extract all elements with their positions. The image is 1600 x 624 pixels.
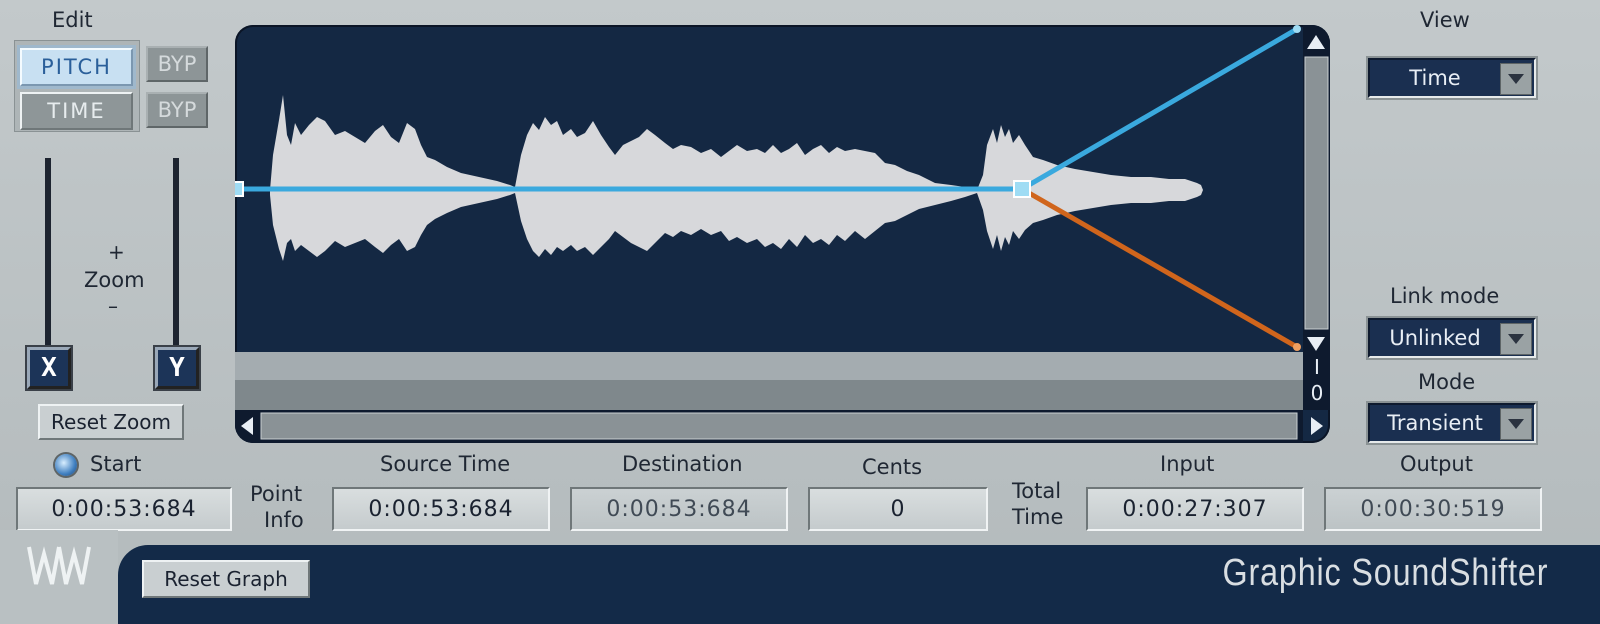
chevron-down-icon	[1500, 323, 1532, 355]
logo-area	[0, 530, 118, 624]
destination-label: Destination	[622, 452, 743, 476]
link-mode-title: Link mode	[1390, 284, 1500, 308]
graph-node-end-time[interactable]	[1293, 343, 1301, 351]
graph-node-end-pitch[interactable]	[1293, 25, 1301, 33]
start-label: Start	[90, 452, 142, 476]
zoom-minus-label: –	[108, 294, 118, 318]
audio-waveform	[270, 95, 1203, 261]
waves-logo-icon	[27, 546, 91, 585]
time-edit-button[interactable]: TIME	[20, 92, 133, 130]
zoom-plus-label: +	[108, 240, 125, 264]
mode-dropdown[interactable]: Transient	[1368, 403, 1536, 443]
horizontal-scrollbar-thumb[interactable]	[260, 412, 1298, 440]
mode-title: Mode	[1418, 370, 1476, 394]
point-info-label-line1: Point	[250, 482, 303, 506]
reset-graph-button[interactable]: Reset Graph	[142, 560, 310, 598]
graph-node-start[interactable]	[235, 181, 244, 197]
source-time-field[interactable]: 0:00:53:684	[332, 487, 550, 531]
point-info-label-line2: Info	[264, 508, 304, 532]
view-title: View	[1420, 8, 1470, 32]
input-label: Input	[1160, 452, 1215, 476]
lower-band-light	[235, 352, 1303, 380]
graph-display[interactable]: I 0	[235, 25, 1330, 443]
link-mode-dropdown-value: Unlinked	[1389, 326, 1481, 350]
scale-bottom-label: 0	[1310, 381, 1324, 405]
x-zoom-slider-track[interactable]	[45, 158, 51, 348]
input-time-field[interactable]: 0:00:27:307	[1086, 487, 1304, 531]
link-mode-dropdown[interactable]: Unlinked	[1368, 318, 1536, 358]
graph-node-selected[interactable]	[1013, 180, 1031, 198]
reset-zoom-button[interactable]: Reset Zoom	[38, 404, 184, 440]
start-radio-button[interactable]	[55, 454, 77, 476]
time-bypass-button[interactable]: BYP	[146, 92, 208, 128]
vertical-scrollbar-thumb[interactable]	[1304, 56, 1329, 330]
cents-label: Cents	[862, 455, 923, 479]
output-time-field: 0:00:30:519	[1324, 487, 1542, 531]
start-time-field[interactable]: 0:00:53:684	[16, 487, 232, 531]
mode-dropdown-value: Transient	[1387, 411, 1483, 435]
lower-band-dark	[235, 380, 1303, 410]
pitch-edit-button[interactable]: PITCH	[20, 48, 133, 86]
pitch-bypass-button[interactable]: BYP	[146, 46, 208, 82]
chevron-down-icon	[1500, 408, 1532, 440]
y-zoom-button[interactable]: Y	[155, 347, 199, 389]
time-curve[interactable]	[1020, 186, 1299, 350]
cents-field[interactable]: 0	[808, 487, 988, 531]
source-time-label: Source Time	[380, 452, 511, 476]
scale-top-label: I	[1314, 355, 1320, 379]
output-label: Output	[1400, 452, 1473, 476]
scroll-right-icon[interactable]	[1311, 417, 1323, 435]
chevron-down-icon	[1500, 63, 1532, 95]
plugin-panel: Edit PITCH TIME BYP BYP + Zoom – X Y Res…	[0, 0, 1600, 624]
view-dropdown-value: Time	[1409, 66, 1461, 90]
total-time-label-line2: Time	[1012, 505, 1064, 529]
edit-title: Edit	[52, 8, 93, 32]
view-dropdown[interactable]: Time	[1368, 58, 1536, 98]
brand-title: Graphic SoundShifter	[1222, 552, 1548, 594]
x-zoom-button[interactable]: X	[27, 347, 71, 389]
y-zoom-slider-track[interactable]	[173, 158, 179, 348]
destination-field[interactable]: 0:00:53:684	[570, 487, 788, 531]
zoom-label: Zoom	[84, 268, 145, 292]
total-time-label-line1: Total	[1012, 479, 1062, 503]
graph-canvas[interactable]	[235, 25, 1330, 443]
